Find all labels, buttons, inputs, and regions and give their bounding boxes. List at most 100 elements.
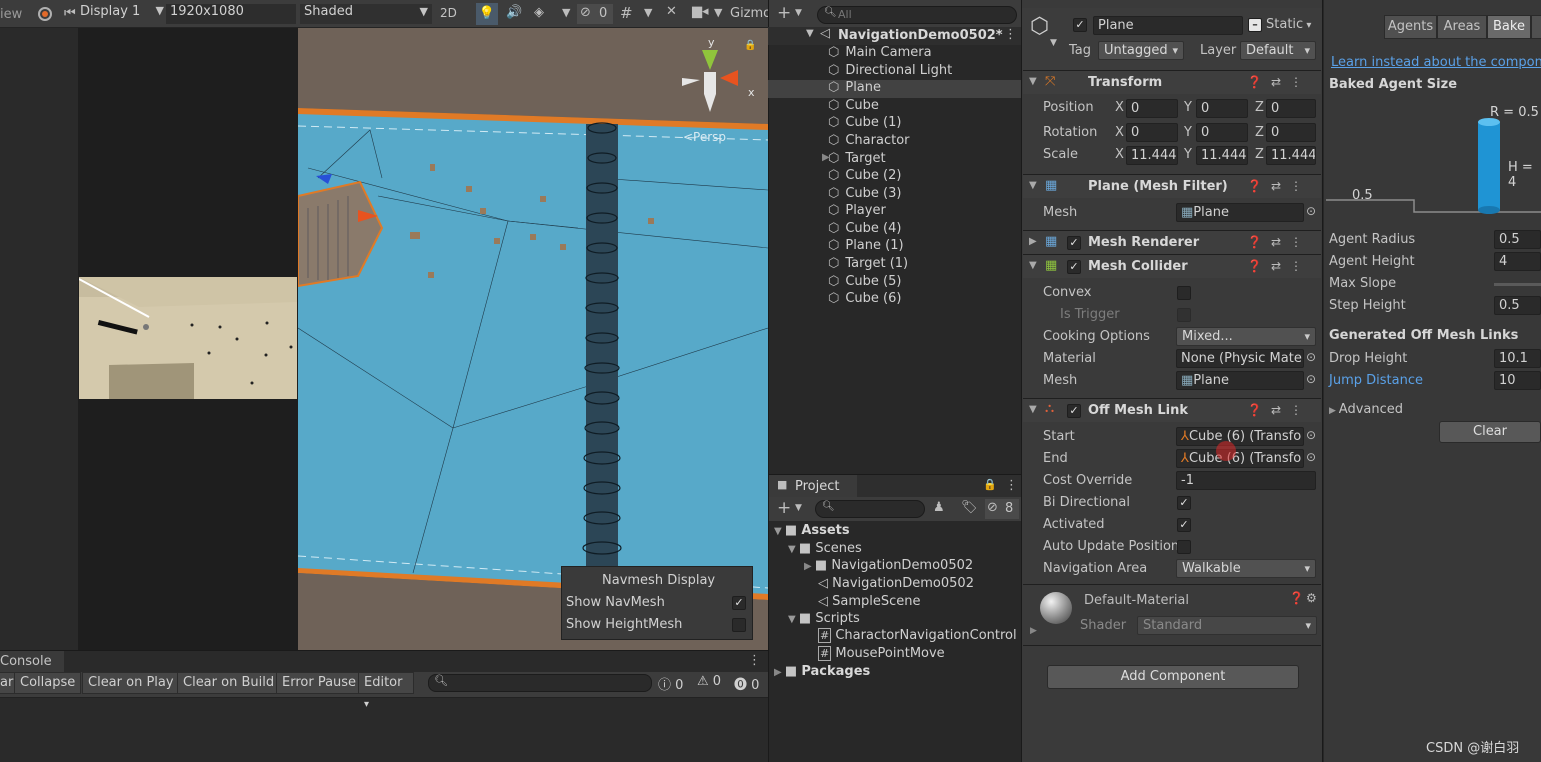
- chevron-down-icon[interactable]: ▼: [644, 6, 652, 19]
- auto-update-checkbox[interactable]: [1177, 540, 1191, 554]
- project-search-input[interactable]: 🔍︎: [815, 500, 925, 518]
- start-field[interactable]: ⅄Cube (6) (Transfo: [1176, 427, 1304, 446]
- mesh-collider-checkbox[interactable]: ✓: [1067, 260, 1081, 274]
- active-checkbox[interactable]: ✓: [1073, 18, 1087, 32]
- material-field[interactable]: None (Physic Mate: [1176, 349, 1304, 368]
- cooking-options-dropdown[interactable]: Mixed...: [1176, 327, 1316, 346]
- error-count-toggle[interactable]: ⓿ 0: [734, 674, 759, 693]
- rotation-z-field[interactable]: 0: [1266, 123, 1316, 142]
- convex-checkbox[interactable]: [1177, 286, 1191, 300]
- shader-dropdown[interactable]: Standard: [1137, 616, 1317, 635]
- game-tab-label[interactable]: iew: [0, 7, 22, 22]
- tag-dropdown[interactable]: Untagged: [1098, 41, 1184, 60]
- scene-view[interactable]: <Persp y 🔒 x Navmesh Display Show NavMes…: [298, 28, 768, 650]
- mesh-field[interactable]: ▦Plane: [1176, 203, 1304, 222]
- expand-arrow-icon[interactable]: ▶: [1030, 626, 1037, 636]
- expand-arrow-icon[interactable]: ▶: [822, 152, 830, 163]
- gear-icon[interactable]: ⚙: [1306, 591, 1317, 605]
- activated-checkbox[interactable]: ✓: [1177, 518, 1191, 532]
- tools-icon[interactable]: ✕: [666, 4, 677, 19]
- bi-directional-checkbox[interactable]: ✓: [1177, 496, 1191, 510]
- camera-icon[interactable]: ▆◂: [692, 4, 709, 19]
- object-picker-icon[interactable]: ⊙: [1306, 372, 1316, 386]
- grid-icon[interactable]: #: [620, 4, 633, 22]
- audio-icon[interactable]: 🔊: [506, 5, 522, 20]
- log-count-toggle[interactable]: ⓘ 0: [658, 674, 683, 693]
- mesh-renderer-header[interactable]: ▶ ▦ ✓ Mesh Renderer ❓⇄⋮: [1023, 230, 1321, 254]
- list-item[interactable]: ⬡ Directional Light: [828, 63, 952, 78]
- scale-z-field[interactable]: 11.444: [1266, 146, 1316, 165]
- console-tab[interactable]: Console: [0, 651, 64, 673]
- list-item[interactable]: ⬡ Player: [828, 203, 886, 218]
- persp-label[interactable]: <Persp: [683, 130, 726, 144]
- lighting-icon[interactable]: 💡: [476, 3, 498, 25]
- collapse-button[interactable]: Collapse: [14, 672, 82, 694]
- mesh-renderer-checkbox[interactable]: ✓: [1067, 236, 1081, 250]
- collider-mesh-field[interactable]: ▦Plane: [1176, 371, 1304, 390]
- tree-sample-scene[interactable]: ◁ SampleScene: [818, 594, 921, 609]
- object-picker-icon[interactable]: ⊙: [1306, 450, 1316, 464]
- static-dropdown[interactable]: Static ▾: [1266, 17, 1311, 32]
- agent-height-field[interactable]: 4: [1494, 252, 1541, 271]
- list-item[interactable]: ⬡ Target (1): [828, 256, 908, 271]
- navigation-area-dropdown[interactable]: Walkable: [1176, 559, 1316, 578]
- chevron-down-icon[interactable]: ▼: [714, 6, 722, 19]
- list-item[interactable]: ⬡ Plane: [828, 80, 881, 95]
- mesh-filter-header[interactable]: ▼ ▦ Plane (Mesh Filter) ❓⇄⋮: [1023, 174, 1321, 198]
- list-item[interactable]: ⬡ Cube (4): [828, 221, 901, 236]
- resolution-dropdown[interactable]: 1920x1080: [166, 4, 296, 24]
- list-item[interactable]: ⬡ Charactor: [828, 133, 910, 148]
- list-item[interactable]: ⬡ Cube (6): [828, 291, 901, 306]
- static-checkbox[interactable]: –: [1248, 18, 1262, 32]
- object-name-field[interactable]: Plane: [1093, 16, 1243, 35]
- rotation-y-field[interactable]: 0: [1196, 123, 1248, 142]
- end-field[interactable]: ⅄Cube (6) (Transfo: [1176, 449, 1304, 468]
- label-icon[interactable]: 🏷︎: [961, 500, 978, 515]
- project-tab[interactable]: ■ Project: [769, 475, 857, 497]
- more-icon[interactable]: ⋮: [1004, 27, 1017, 42]
- scale-y-field[interactable]: 11.444: [1196, 146, 1248, 165]
- position-x-field[interactable]: 0: [1126, 99, 1178, 118]
- hidden-objects-toggle[interactable]: ⊘ 0: [577, 4, 613, 24]
- component-menu-icons[interactable]: ❓⇄⋮: [1247, 259, 1311, 273]
- 2d-toggle[interactable]: 2D: [440, 6, 457, 20]
- list-item[interactable]: ⬡ Plane (1): [828, 238, 904, 253]
- list-item[interactable]: ⬡ Cube (3): [828, 186, 901, 201]
- list-item[interactable]: ⬡ Cube (2): [828, 168, 901, 183]
- tab-agents[interactable]: Agents: [1384, 15, 1437, 39]
- list-item[interactable]: ▶ ⬡ Target: [822, 151, 886, 166]
- component-menu-icons[interactable]: ❓⇄⋮: [1247, 75, 1311, 89]
- cost-override-field[interactable]: -1: [1176, 471, 1316, 490]
- tree-assets[interactable]: ▼ ■ Assets: [774, 523, 850, 538]
- shading-dropdown[interactable]: Shaded ▼: [300, 4, 432, 24]
- tree-folder[interactable]: ▶ ■ NavigationDemo0502: [804, 558, 973, 573]
- list-item[interactable]: ⬡ Cube (5): [828, 274, 901, 289]
- object-picker-icon[interactable]: ⊙: [1306, 204, 1316, 218]
- drop-height-field[interactable]: 10.1: [1494, 349, 1541, 368]
- record-icon[interactable]: [38, 7, 52, 21]
- filter-type-icon[interactable]: ♟: [933, 500, 945, 515]
- layer-dropdown[interactable]: Default: [1240, 41, 1316, 60]
- tree-script-2[interactable]: # MousePointMove: [818, 646, 945, 661]
- more-icon[interactable]: ⋮: [748, 653, 761, 668]
- agent-radius-field[interactable]: 0.5: [1494, 230, 1541, 249]
- position-y-field[interactable]: 0: [1196, 99, 1248, 118]
- tree-scripts[interactable]: ▼ ■ Scripts: [788, 611, 860, 626]
- chevron-down-icon[interactable]: ▼: [795, 8, 802, 18]
- add-icon[interactable]: +: [777, 3, 791, 23]
- chevron-down-icon[interactable]: ▼: [795, 503, 802, 513]
- is-trigger-checkbox[interactable]: [1177, 308, 1191, 322]
- step-height-field[interactable]: 0.5: [1494, 296, 1541, 315]
- expand-arrow-icon[interactable]: ▼: [806, 28, 814, 39]
- error-pause-button[interactable]: Error Pause: [276, 672, 363, 694]
- mesh-collider-header[interactable]: ▼ ▦ ✓ Mesh Collider ❓⇄⋮: [1023, 254, 1321, 278]
- display-dropdown[interactable]: Display 1 ▼: [80, 4, 166, 24]
- hierarchy-search-input[interactable]: 🔍︎ All: [817, 6, 1017, 24]
- max-slope-slider[interactable]: [1494, 283, 1541, 286]
- position-z-field[interactable]: 0: [1266, 99, 1316, 118]
- gizmos-dropdown[interactable]: Gizmo: [730, 6, 771, 21]
- list-item[interactable]: ⬡ Main Camera: [828, 45, 932, 60]
- advanced-foldout[interactable]: ▶ Advanced: [1329, 402, 1403, 417]
- scene-root-row[interactable]: ▼ ◁ NavigationDemo0502* ⋮: [768, 26, 1021, 45]
- skip-icon[interactable]: ⏮: [64, 6, 76, 21]
